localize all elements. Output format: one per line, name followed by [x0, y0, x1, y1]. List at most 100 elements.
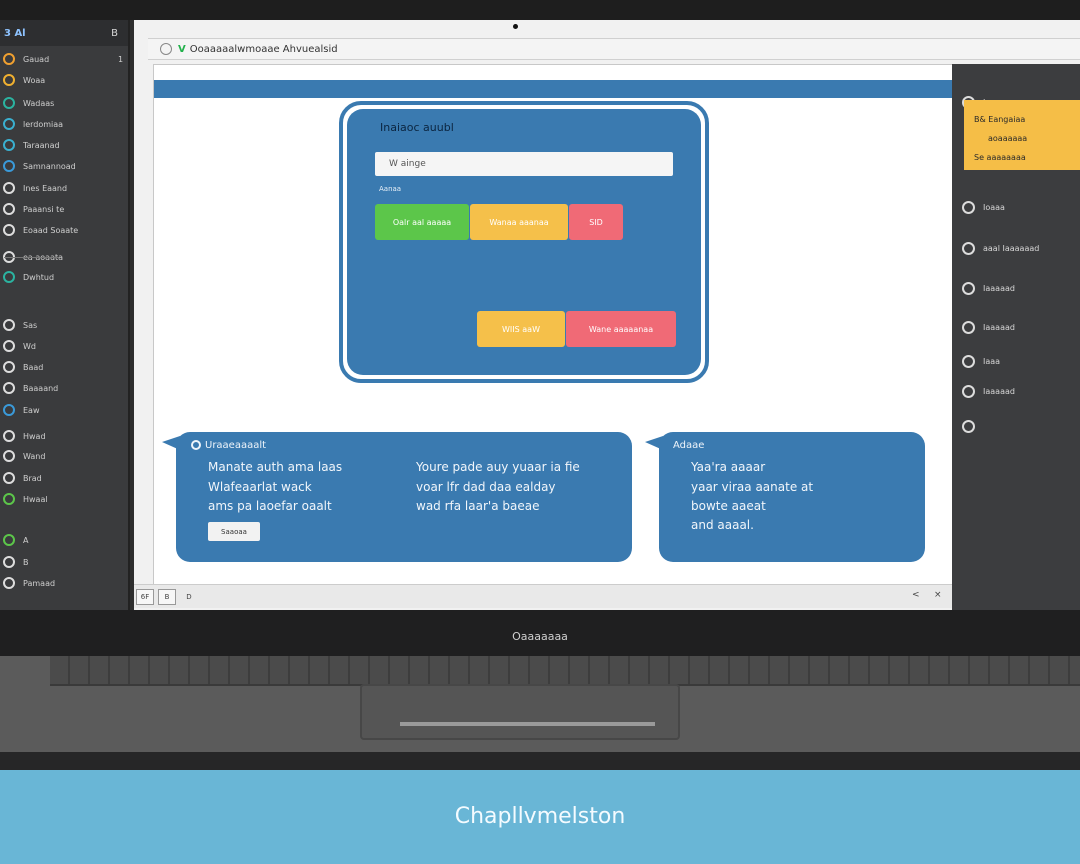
- sidebar-item[interactable]: Woaa: [0, 71, 128, 89]
- clock-icon: [3, 160, 15, 172]
- sidebar-item-label: Taraanad: [23, 140, 60, 150]
- info-icon: [3, 53, 15, 65]
- right-panel-item[interactable]: Iaaaaad: [952, 318, 1080, 336]
- address-text[interactable]: Ooaaaaalwmoaae Ahvuealsid: [190, 44, 338, 55]
- dialog-input[interactable]: W ainge: [375, 152, 673, 176]
- laptop-top-bezel: [0, 0, 1080, 20]
- sidebar-item-label: Baaaand: [23, 383, 59, 393]
- close-icon[interactable]: ×: [934, 590, 942, 600]
- right-panel: IaaaaIoaaaaaal IaaaaaadIaaaaadIaaaaadIaa…: [952, 64, 1080, 610]
- bell-icon: [962, 384, 975, 398]
- sidebar-item-label: Eoaad Soaate: [23, 225, 79, 235]
- right-panel-item-label: Iaaaaad: [983, 322, 1015, 332]
- sidebar-item[interactable]: Baaaand: [0, 379, 128, 397]
- address-bar[interactable]: V Ooaaaaalwmoaae Ahvuealsid: [148, 38, 1080, 60]
- sidebar-item-label: Samnannoad: [23, 161, 76, 171]
- sidebar-item[interactable]: Taraanad: [0, 136, 128, 154]
- right-panel-item[interactable]: Iaaaaad: [952, 279, 1080, 297]
- keyboard-deck: [0, 656, 1080, 752]
- camera-icon: [3, 472, 15, 484]
- dialog-hint: Aanaa: [379, 185, 402, 193]
- settings-icon: [3, 271, 15, 283]
- webcam-dot: [513, 24, 518, 29]
- status-button[interactable]: B: [158, 589, 176, 605]
- sidebar-item-label: A: [23, 535, 29, 545]
- bubble-left-title-text: Uraaeaaaalt: [205, 440, 267, 451]
- chat-bubble-left: Uraaeaaaalt Manate auth ama laas Wlafeaa…: [162, 432, 632, 562]
- status-button[interactable]: D: [180, 589, 198, 605]
- cloud-icon: [962, 281, 975, 295]
- footer-title: Chapllvmelston: [454, 804, 626, 829]
- chat-icon: [191, 440, 201, 450]
- refresh-icon: [962, 354, 975, 368]
- sidebar-item[interactable]: Eaw: [0, 401, 128, 419]
- right-panel-item-label: Iaaaaad: [983, 283, 1015, 293]
- red-action-button[interactable]: SID: [569, 204, 623, 240]
- sidebar-item[interactable]: Hwaal: [0, 490, 128, 508]
- right-panel-item[interactable]: Ioaaa: [952, 198, 1080, 216]
- lock-icon: [3, 493, 15, 505]
- bubble-left-line: Youre pade auy yuaar ia fie: [416, 460, 580, 474]
- bubble-left-line: voar lfr dad daa ealday: [416, 480, 556, 494]
- browser-window: V Ooaaaaalwmoaae Ahvuealsid Inaiaoc auub…: [134, 20, 1080, 610]
- secondary-red-button[interactable]: Wane aaaaanaa: [566, 311, 676, 347]
- sidebar-item[interactable]: Baad: [0, 358, 128, 376]
- sidebar-item[interactable]: Dwhtud: [0, 268, 128, 286]
- bubble-left-title: Uraaeaaaalt: [191, 440, 266, 451]
- power-icon: [3, 577, 15, 589]
- right-panel-item[interactable]: Iaaa: [952, 352, 1080, 370]
- chat-icon: [3, 361, 15, 373]
- triangle-icon: [3, 534, 15, 546]
- sidebar-item-label: Ines Eaand: [23, 183, 68, 193]
- user-icon: [3, 224, 15, 236]
- sidebar-item[interactable]: Sas: [0, 316, 128, 334]
- cloud-icon: [3, 382, 15, 394]
- chat-bubble-right: Adaae Yaa'ra aaaar yaar viraa aanate at …: [645, 432, 925, 562]
- grid-icon: [3, 404, 15, 416]
- sidebar-item[interactable]: Eoaad Soaate: [0, 221, 128, 239]
- share-icon: [3, 319, 15, 331]
- notification-line: B& Eangaiaa: [974, 115, 1026, 124]
- tag-icon: [3, 118, 15, 130]
- notification-line: Se aaaaaaaa: [974, 153, 1026, 162]
- circle-icon: [3, 556, 15, 568]
- right-panel-item[interactable]: aaal Iaaaaaad: [952, 239, 1080, 257]
- document-icon: [3, 182, 15, 194]
- sidebar-item[interactable]: Gauad 1: [0, 50, 128, 68]
- sidebar-item[interactable]: Pamaad: [0, 574, 128, 592]
- sidebar-header-label[interactable]: 3 Al: [4, 28, 26, 39]
- bubble-right-title: Adaae: [673, 440, 705, 451]
- sidebar-item-label: Hwad: [23, 431, 46, 441]
- sidebar-item[interactable]: Samnannoad: [0, 157, 128, 175]
- green-action-button[interactable]: Oalr aal aaaaa: [375, 204, 469, 240]
- sidebar-item[interactable]: Paaansi te: [0, 200, 128, 218]
- secondary-yellow-button[interactable]: WIIS aaW: [477, 311, 565, 347]
- page-canvas: Inaiaoc auubl W ainge Aanaa Oalr aal aaa…: [153, 64, 953, 604]
- bubble-left-button[interactable]: Saaoaa: [208, 522, 260, 541]
- notification-card[interactable]: B& Eangaiaa aoaaaaaa Se aaaaaaaa: [964, 100, 1080, 170]
- sidebar-item[interactable]: Wand: [0, 447, 128, 465]
- search-icon: [962, 200, 975, 214]
- sidebar-item-label: Sas: [23, 320, 38, 330]
- status-button[interactable]: 6F: [136, 589, 154, 605]
- sidebar-item[interactable]: B: [0, 553, 128, 571]
- sidebar-item[interactable]: lerdomiaa: [0, 115, 128, 133]
- star-icon: [3, 74, 15, 86]
- scroll-left-control[interactable]: <: [912, 590, 920, 600]
- sidebar-item[interactable]: Wadaas: [0, 94, 128, 112]
- status-bar: 6F B D < ×: [134, 584, 954, 608]
- sidebar-item-label: Paaansi te: [23, 204, 65, 214]
- right-panel-item[interactable]: Iaaaaad: [952, 382, 1080, 400]
- users-icon: [962, 241, 975, 255]
- sidebar-item[interactable]: Ines Eaand: [0, 179, 128, 197]
- phone-icon: [3, 450, 15, 462]
- bubble-right-line: bowte aaeat: [691, 499, 766, 513]
- sidebar-item[interactable]: A: [0, 531, 128, 549]
- sidebar-item[interactable]: Wd: [0, 337, 128, 355]
- sidebar-item[interactable]: Hwad: [0, 427, 128, 445]
- yellow-action-button[interactable]: Wanaa aaanaa: [470, 204, 568, 240]
- left-sidebar: 3 Al B Gauad 1 Woaa Wadaas lerdomiaa Taraanad…: [0, 20, 130, 610]
- sidebar-item[interactable]: Brad: [0, 469, 128, 487]
- back-icon[interactable]: [160, 43, 172, 55]
- right-panel-item[interactable]: [952, 417, 1080, 435]
